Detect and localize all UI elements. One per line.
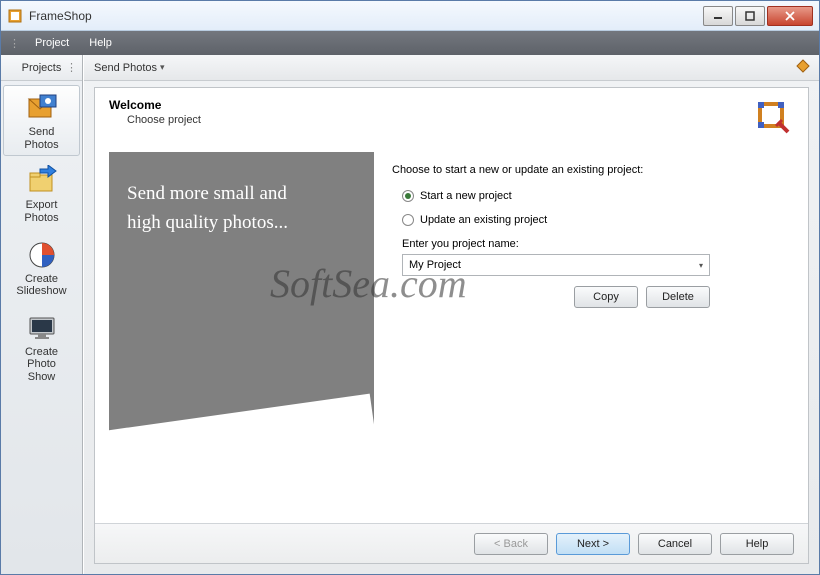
sidebar-item-create-slideshow[interactable]: CreateSlideshow bbox=[3, 232, 80, 303]
cancel-button[interactable]: Cancel bbox=[638, 533, 712, 555]
sidebar-header[interactable]: Projects ⋮ bbox=[1, 55, 82, 81]
promo-panel: Send more small and high quality photos.… bbox=[109, 152, 374, 513]
project-name-label: Enter you project name: bbox=[402, 238, 794, 250]
wizard-title: Welcome bbox=[109, 98, 754, 112]
menubar: ⋮ Project Help bbox=[1, 31, 819, 55]
promo-line-2: high quality photos... bbox=[127, 209, 356, 238]
radio-start-new[interactable]: Start a new project bbox=[392, 190, 794, 202]
project-name-combo[interactable]: My Project ▾ bbox=[402, 254, 710, 276]
radio-icon bbox=[402, 190, 414, 202]
back-button[interactable]: < Back bbox=[474, 533, 548, 555]
breadcrumb-label: Send Photos bbox=[94, 62, 157, 74]
radio-label: Update an existing project bbox=[420, 214, 547, 226]
sidebar-item-export-photos[interactable]: ExportPhotos bbox=[3, 158, 80, 229]
titlebar: FrameShop bbox=[1, 1, 819, 31]
wizard-subtitle: Choose project bbox=[127, 114, 754, 126]
menu-help[interactable]: Help bbox=[81, 35, 120, 51]
project-name-value: My Project bbox=[409, 259, 461, 271]
maximize-button[interactable] bbox=[735, 6, 765, 26]
monitor-icon bbox=[26, 312, 58, 344]
menubar-grip-icon: ⋮ bbox=[9, 37, 19, 50]
sidebar-item-label: ExportPhotos bbox=[24, 199, 58, 224]
sidebar-item-create-photo-show[interactable]: CreatePhotoShow bbox=[3, 305, 80, 389]
help-button[interactable]: Help bbox=[720, 533, 794, 555]
next-button[interactable]: Next > bbox=[556, 533, 630, 555]
frame-tools-icon bbox=[754, 98, 794, 138]
radio-update-existing[interactable]: Update an existing project bbox=[392, 214, 794, 226]
sidebar-item-label: CreateSlideshow bbox=[16, 273, 66, 298]
radio-icon bbox=[402, 214, 414, 226]
sidebar-grip-icon: ⋮ bbox=[66, 61, 76, 74]
radio-label: Start a new project bbox=[420, 190, 512, 202]
promo-line-1: Send more small and bbox=[127, 180, 356, 209]
menu-project[interactable]: Project bbox=[27, 35, 77, 51]
pie-chart-icon bbox=[26, 239, 58, 271]
sidebar-item-label: SendPhotos bbox=[24, 126, 58, 151]
wizard-footer: < Back Next > Cancel Help bbox=[95, 523, 808, 563]
main-area: Send Photos ▾ Welcome Choose project bbox=[83, 55, 819, 574]
breadcrumb[interactable]: Send Photos ▾ bbox=[84, 55, 819, 81]
delete-button[interactable]: Delete bbox=[646, 286, 710, 308]
window-title: FrameShop bbox=[29, 9, 703, 23]
diamond-icon[interactable] bbox=[795, 58, 811, 77]
app-icon bbox=[7, 8, 23, 24]
sidebar-item-send-photos[interactable]: SendPhotos bbox=[3, 85, 80, 156]
sidebar: Projects ⋮ SendPhotos ExportPhotos bbox=[1, 55, 83, 574]
chevron-down-icon: ▾ bbox=[699, 261, 703, 270]
chevron-down-icon: ▾ bbox=[160, 62, 165, 73]
folder-export-icon bbox=[26, 165, 58, 197]
window-controls bbox=[703, 6, 813, 26]
wizard-panel: Welcome Choose project Send more small a… bbox=[94, 87, 809, 564]
close-button[interactable] bbox=[767, 6, 813, 26]
copy-button[interactable]: Copy bbox=[574, 286, 638, 308]
mail-photo-icon bbox=[26, 92, 58, 124]
sidebar-item-label: CreatePhotoShow bbox=[25, 346, 58, 384]
promo-photo-shape bbox=[109, 394, 374, 513]
form-heading: Choose to start a new or update an exist… bbox=[392, 164, 794, 176]
minimize-button[interactable] bbox=[703, 6, 733, 26]
sidebar-header-label: Projects bbox=[22, 62, 62, 74]
project-form: Choose to start a new or update an exist… bbox=[392, 152, 794, 513]
